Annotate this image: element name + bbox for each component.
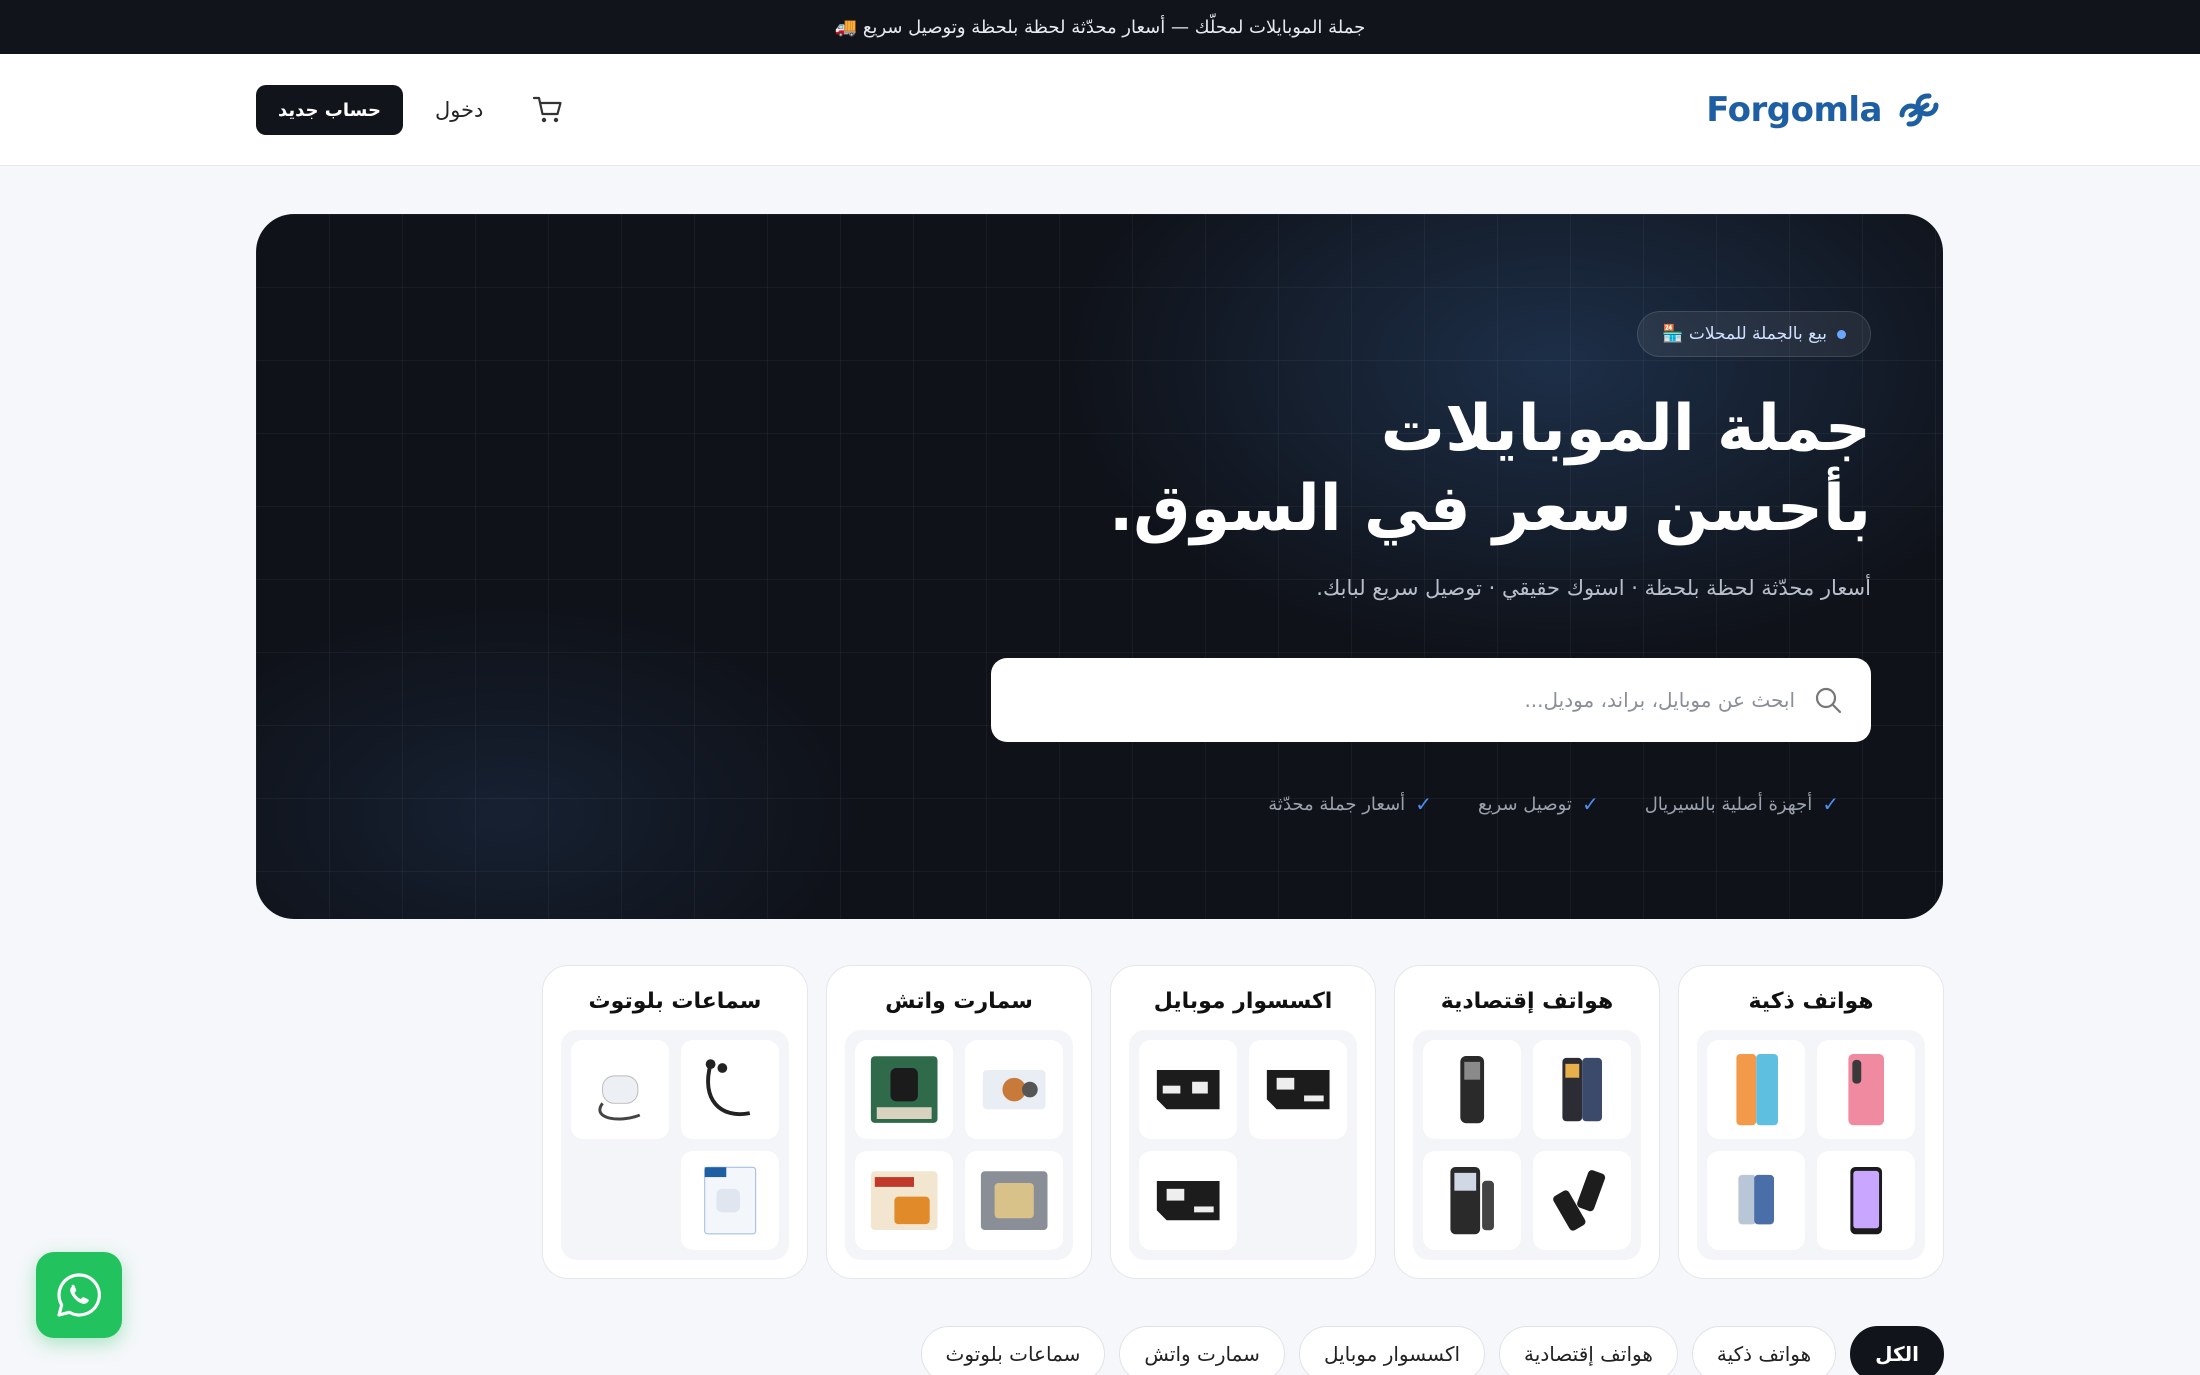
check-icon: ✓ [1581, 792, 1599, 816]
feature-item: ✓ أجهزة أصلية بالسيريال [1645, 792, 1839, 816]
announcement-text: جملة الموبايلات لمحلّك — أسعار محدّثة لح… [834, 16, 1366, 38]
chip-smartwatch[interactable]: سمارت واتش [1119, 1326, 1285, 1375]
category-card-title: سماعات بلوتوث [588, 989, 762, 1014]
product-thumb [1249, 1040, 1347, 1139]
hero-title-line-1: جملة الموبايلات [1380, 392, 1871, 466]
product-thumb [1817, 1040, 1915, 1139]
feature-item: ✓ توصيل سريع [1478, 792, 1599, 816]
memory-card-image [1156, 1069, 1220, 1110]
earbuds-box-image [704, 1166, 756, 1235]
feature-label: أسعار جملة محدّثة [1268, 793, 1406, 815]
feature-item: ✓ أسعار جملة محدّثة [1268, 792, 1432, 816]
feature-phone-image [1552, 1170, 1605, 1231]
category-card-title: هواتف ذكية [1748, 989, 1874, 1014]
chip-headphones[interactable]: سماعات بلوتوث [920, 1326, 1106, 1375]
product-thumb [1817, 1151, 1915, 1250]
smartphone-image [1850, 1166, 1882, 1235]
product-thumb [681, 1040, 779, 1139]
category-thumbs [1697, 1030, 1925, 1260]
hero-features: ✓ أجهزة أصلية بالسيريال ✓ توصيل سريع ✓ أ… [1268, 792, 1839, 816]
logo-text: Forgomla [1706, 90, 1882, 130]
chip-accessories[interactable]: اكسسوار موبايل [1298, 1326, 1486, 1375]
login-link[interactable]: دخول [435, 98, 483, 122]
product-thumb [1139, 1151, 1237, 1250]
product-thumb [1533, 1151, 1631, 1250]
category-card-title: هواتف إقتصادية [1440, 989, 1614, 1014]
category-card-accessories[interactable]: اكسسوار موبايل [1110, 965, 1376, 1279]
product-thumb [1707, 1151, 1805, 1250]
category-thumbs [561, 1030, 789, 1260]
chip-economy-phones[interactable]: هواتف إقتصادية [1499, 1326, 1678, 1375]
product-thumb [571, 1040, 669, 1139]
product-thumb [681, 1151, 779, 1250]
feature-phone-image [1562, 1057, 1602, 1122]
hero-section: بيع بالجملة للمحلات 🏪 جملة الموبايلات بأ… [256, 214, 1943, 919]
hero-title-line-2: بأحسن سعر في السوق. [1108, 472, 1871, 546]
product-thumb [1533, 1040, 1631, 1139]
category-card-economy-phones[interactable]: هواتف إقتصادية [1394, 965, 1660, 1279]
product-thumb [1707, 1040, 1805, 1139]
badge-dot-icon [1837, 329, 1846, 339]
signup-button[interactable]: حساب جديد [256, 85, 403, 135]
hero-title: جملة الموبايلات بأحسن سعر في السوق. [971, 389, 1871, 549]
category-thumbs [1129, 1030, 1357, 1260]
whatsapp-icon [57, 1273, 101, 1317]
category-card-title: سمارت واتش [885, 989, 1033, 1014]
hero-subtitle: أسعار محدّثة لحظة بلحظة · استوك حقيقي · … [1316, 576, 1871, 600]
feature-phone-image [1460, 1055, 1484, 1124]
search-icon[interactable] [1813, 685, 1843, 715]
smartwatch-image [982, 1069, 1046, 1110]
memory-card-image [1266, 1069, 1330, 1110]
search-input[interactable] [1019, 688, 1795, 712]
product-thumb [1139, 1040, 1237, 1139]
feature-phone-image [1450, 1166, 1494, 1235]
product-thumb [965, 1151, 1063, 1250]
product-thumb [965, 1040, 1063, 1139]
category-card-title: اكسسوار موبايل [1153, 989, 1333, 1014]
check-icon: ✓ [1822, 792, 1839, 816]
chip-all[interactable]: الكل [1850, 1326, 1944, 1375]
search-bar [991, 658, 1871, 742]
category-cards: هواتف ذكية هواتف إقتصادية اكسسوار موبايل… [542, 965, 1944, 1279]
smartwatch-image [870, 1056, 938, 1123]
whatsapp-button[interactable] [36, 1252, 122, 1338]
category-thumbs [1413, 1030, 1641, 1260]
logo[interactable]: Forgomla [1706, 84, 1944, 136]
product-thumb [855, 1151, 953, 1250]
header-actions: حساب جديد دخول [256, 84, 565, 136]
announcement-bar: جملة الموبايلات لمحلّك — أسعار محدّثة لح… [0, 0, 2200, 54]
empty-thumb [1249, 1151, 1347, 1250]
smartphone-image [1736, 1053, 1778, 1126]
category-thumbs [845, 1030, 1073, 1260]
category-card-smartwatch[interactable]: سمارت واتش [826, 965, 1092, 1279]
category-card-smartphones[interactable]: هواتف ذكية [1678, 965, 1944, 1279]
logo-mark-icon [1899, 93, 1939, 127]
product-thumb [1423, 1040, 1521, 1139]
product-thumb [855, 1040, 953, 1139]
smartwatch-image [980, 1171, 1048, 1230]
empty-thumb [571, 1151, 669, 1250]
earbuds-case-image [598, 1075, 641, 1121]
feature-label: توصيل سريع [1477, 793, 1572, 815]
neckband-earphones-image [705, 1059, 750, 1116]
smartphone-image [1848, 1053, 1884, 1126]
smartphone-image [1738, 1174, 1774, 1225]
memory-card-image [1156, 1180, 1220, 1221]
feature-label: أجهزة أصلية بالسيريال [1644, 793, 1813, 815]
product-thumb [1423, 1151, 1521, 1250]
hero-badge: بيع بالجملة للمحلات 🏪 [1637, 311, 1871, 357]
cart-icon[interactable] [531, 93, 565, 127]
site-header: Forgomla حساب جديد دخول [0, 54, 2200, 166]
hero-badge-text: بيع بالجملة للمحلات 🏪 [1662, 324, 1827, 344]
category-filter-chips: الكل هواتف ذكية هواتف إقتصادية اكسسوار م… [920, 1326, 1944, 1375]
check-icon: ✓ [1415, 792, 1432, 816]
smartwatch-image [870, 1171, 938, 1230]
category-card-headphones[interactable]: سماعات بلوتوث [542, 965, 808, 1279]
chip-smartphones[interactable]: هواتف ذكية [1691, 1326, 1837, 1375]
